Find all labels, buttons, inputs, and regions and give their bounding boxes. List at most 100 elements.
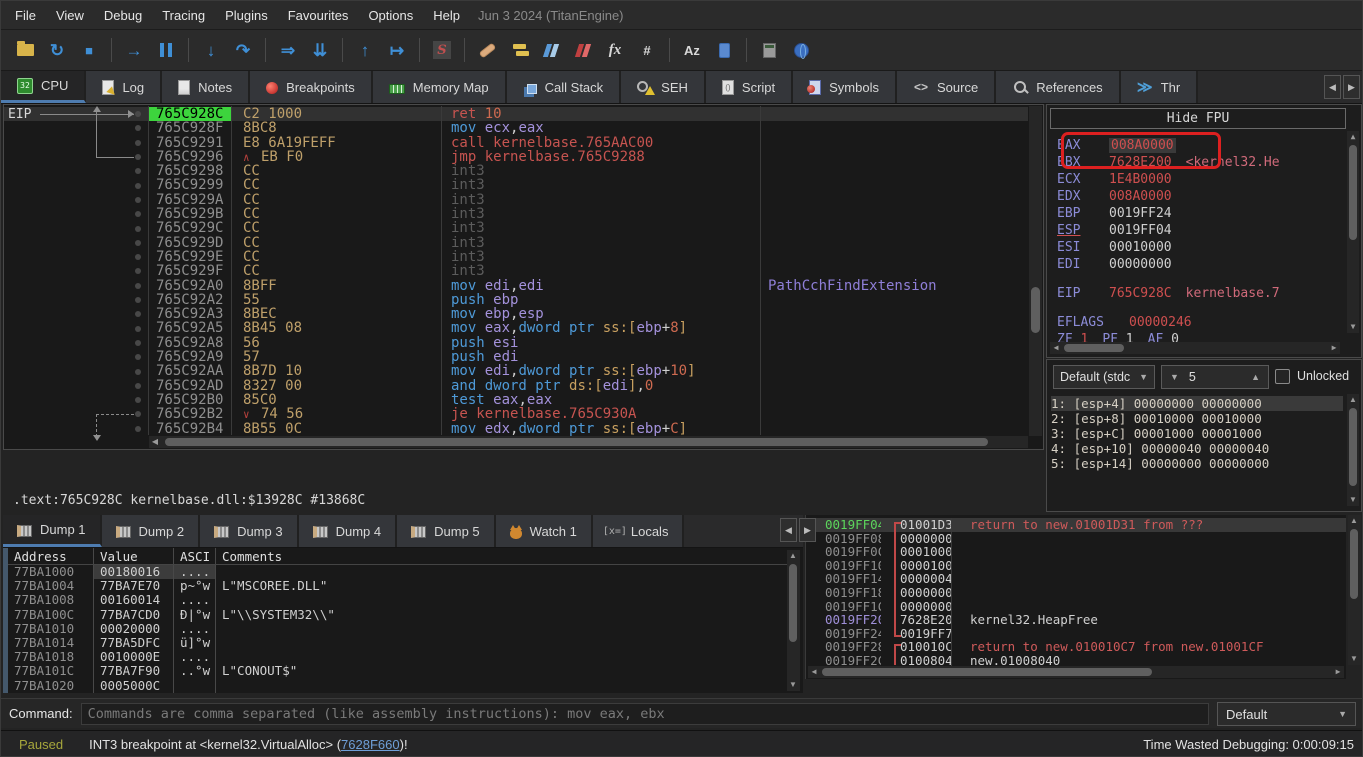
dump-vertical-scrollbar[interactable]: ▲ ▼ xyxy=(787,550,800,691)
breakpoint-dot[interactable] xyxy=(135,226,141,232)
stack-row[interactable]: 0019FF1000001000 xyxy=(806,559,1346,573)
menu-item-options[interactable]: Options xyxy=(358,4,423,27)
stack-value[interactable]: 7628E200 xyxy=(881,613,951,627)
register-row-esp[interactable]: ESP0019FF04 xyxy=(1057,222,1343,239)
register-value[interactable]: 00000246 xyxy=(1129,315,1192,330)
tab-watch-1[interactable]: Watch 1 xyxy=(496,515,593,547)
step-over-button[interactable]: ↷ xyxy=(230,36,256,64)
breakpoint-dot[interactable] xyxy=(135,311,141,317)
breakpoint-address-link[interactable]: 7628F660 xyxy=(341,737,400,752)
tab-call-stack[interactable]: Call Stack xyxy=(507,71,622,103)
menu-item-plugins[interactable]: Plugins xyxy=(215,4,278,27)
disasm-row[interactable]: 765C92A957push edi xyxy=(4,350,1028,364)
tab-memory-map[interactable]: Memory Map xyxy=(373,71,507,103)
strings-button[interactable]: Az xyxy=(679,36,705,64)
column-header-address[interactable]: Address xyxy=(8,548,94,564)
comment-button[interactable] xyxy=(506,36,532,64)
argument-row[interactable]: 5: [esp+14] 00000000 00000000 xyxy=(1051,456,1343,471)
dump-value[interactable]: 0005000C xyxy=(94,679,174,693)
register-value[interactable]: 765C928C xyxy=(1109,286,1172,301)
internet-button[interactable] xyxy=(788,36,814,64)
breakpoint-dot[interactable] xyxy=(135,326,141,332)
disasm-row[interactable]: 765C92AD8327 00and dword ptr ds:[edi],0 xyxy=(4,379,1028,393)
disasm-row[interactable]: 765C928F8BC8mov ecx,eax xyxy=(4,121,1028,135)
breakpoint-dot[interactable] xyxy=(135,369,141,375)
stack-value[interactable]: 00000000 xyxy=(881,586,951,600)
menu-item-debug[interactable]: Debug xyxy=(94,4,152,27)
register-row-esi[interactable]: ESI00010000 xyxy=(1057,239,1343,256)
register-value[interactable]: 0019FF04 xyxy=(1109,223,1172,238)
disasm-row[interactable]: 765C92A38BECmov ebp,esp xyxy=(4,307,1028,321)
memory-pages-button[interactable] xyxy=(711,36,737,64)
tabs-scroll-right[interactable]: ▶ xyxy=(1343,75,1360,99)
stack-horizontal-scrollbar[interactable]: ◀ ▶ xyxy=(808,666,1344,678)
dump-value[interactable]: 77BA5DFC xyxy=(94,636,174,650)
pause-button[interactable] xyxy=(153,36,179,64)
bookmark-button[interactable] xyxy=(570,36,596,64)
disasm-row[interactable]: 765C929ECCint3 xyxy=(4,250,1028,264)
breakpoint-dot[interactable] xyxy=(135,297,141,303)
disasm-horizontal-scrollbar[interactable]: ◀ xyxy=(149,436,1028,448)
stack-row[interactable]: 0019FF0C00010000 xyxy=(806,545,1346,559)
stack-row[interactable]: 0019FF1800000000 xyxy=(806,586,1346,600)
arguments-vertical-scrollbar[interactable]: ▲ ▼ xyxy=(1347,394,1359,506)
tab-seh[interactable]: SEH xyxy=(621,71,706,103)
tab-dump-3[interactable]: Dump 3 xyxy=(200,515,299,547)
breakpoint-dot[interactable] xyxy=(135,383,141,389)
stack-row[interactable]: 0019FF1C00000000 xyxy=(806,600,1346,614)
tab-dump-4[interactable]: Dump 4 xyxy=(299,515,398,547)
argument-row[interactable]: 2: [esp+8] 00010000 00010000 xyxy=(1051,411,1343,426)
stack-row[interactable]: 0019FF0401001D31return to new.01001D31 f… xyxy=(806,518,1346,532)
registers-horizontal-scrollbar[interactable]: ◀ ▶ xyxy=(1050,342,1340,354)
dump-tabs-scroll-right[interactable]: ▶ xyxy=(799,518,816,542)
dump-row[interactable]: 77BA10180010000E.... xyxy=(8,650,787,664)
trace-into-button[interactable]: ⇒ xyxy=(275,36,301,64)
dump-row[interactable]: 77BA100800160014.... xyxy=(8,593,787,607)
disasm-row[interactable]: 765C929FCCint3 xyxy=(4,264,1028,278)
disasm-row[interactable]: 765C92A255push ebp xyxy=(4,293,1028,307)
disasm-row[interactable]: 765C928CC2 1000ret 10 xyxy=(4,107,1028,121)
register-value[interactable]: 00000000 xyxy=(1109,257,1172,272)
register-row-edx[interactable]: EDX008A0000 xyxy=(1057,188,1343,205)
disasm-row[interactable]: 765C9296∧EB F0jmp kernelbase.765C9288 xyxy=(4,150,1028,164)
hash-button[interactable]: # xyxy=(634,36,660,64)
register-value[interactable]: 00010000 xyxy=(1109,240,1172,255)
unlocked-checkbox[interactable] xyxy=(1275,369,1290,384)
menu-item-tracing[interactable]: Tracing xyxy=(152,4,215,27)
stack-row[interactable]: 0019FF240019FF70 xyxy=(806,627,1346,641)
disasm-address[interactable]: 765C928C xyxy=(148,107,231,121)
breakpoint-dot[interactable] xyxy=(135,197,141,203)
argument-row[interactable]: 3: [esp+C] 00001000 00001000 xyxy=(1051,426,1343,441)
tab-thr[interactable]: Thr xyxy=(1121,71,1199,103)
dump-value[interactable]: 00020000 xyxy=(94,622,174,636)
function-button[interactable]: fx xyxy=(602,36,628,64)
register-row-ebp[interactable]: EBP0019FF24 xyxy=(1057,205,1343,222)
spinner-down-icon[interactable]: ▼ xyxy=(1170,372,1179,382)
dump-row[interactable]: 77BA101000020000.... xyxy=(8,622,787,636)
close-button[interactable]: ■ xyxy=(76,36,102,64)
dump-value[interactable]: 00160014 xyxy=(94,593,174,607)
menu-item-file[interactable]: File xyxy=(5,4,46,27)
restart-button[interactable]: ↻ xyxy=(44,36,70,64)
stack-value[interactable]: 00000040 xyxy=(881,572,951,586)
register-row-eflags[interactable]: EFLAGS00000246 xyxy=(1057,314,1343,331)
stack-value[interactable]: 010010C7 xyxy=(881,640,951,654)
menu-item-favourites[interactable]: Favourites xyxy=(278,4,359,27)
tab-script[interactable]: Script xyxy=(706,71,793,103)
breakpoint-dot[interactable] xyxy=(135,397,141,403)
calling-convention-dropdown[interactable]: Default (stdc ▼ xyxy=(1053,365,1155,389)
register-row-ecx[interactable]: ECX1E4B0000 xyxy=(1057,171,1343,188)
tab-source[interactable]: Source xyxy=(897,71,996,103)
breakpoint-dot[interactable] xyxy=(135,140,141,146)
dump-row[interactable]: 77BA10200005000C xyxy=(8,679,787,693)
disasm-row[interactable]: 765C9299CCint3 xyxy=(4,178,1028,192)
step-out-button[interactable]: ↑ xyxy=(352,36,378,64)
tabs-scroll-left[interactable]: ◀ xyxy=(1324,75,1341,99)
menu-item-view[interactable]: View xyxy=(46,4,94,27)
dump-row[interactable]: 77BA100C77BA7CD0Ð|°wL"\\SYSTEM32\\" xyxy=(8,608,787,622)
column-header-comments[interactable]: Comments xyxy=(216,548,787,564)
tab-locals[interactable]: Locals xyxy=(593,515,685,547)
dump-tabs-scroll-left[interactable]: ◀ xyxy=(780,518,797,542)
breakpoint-dot[interactable] xyxy=(135,283,141,289)
disasm-row[interactable]: 765C92A08BFFmov edi,ediPathCchFindExtens… xyxy=(4,279,1028,293)
